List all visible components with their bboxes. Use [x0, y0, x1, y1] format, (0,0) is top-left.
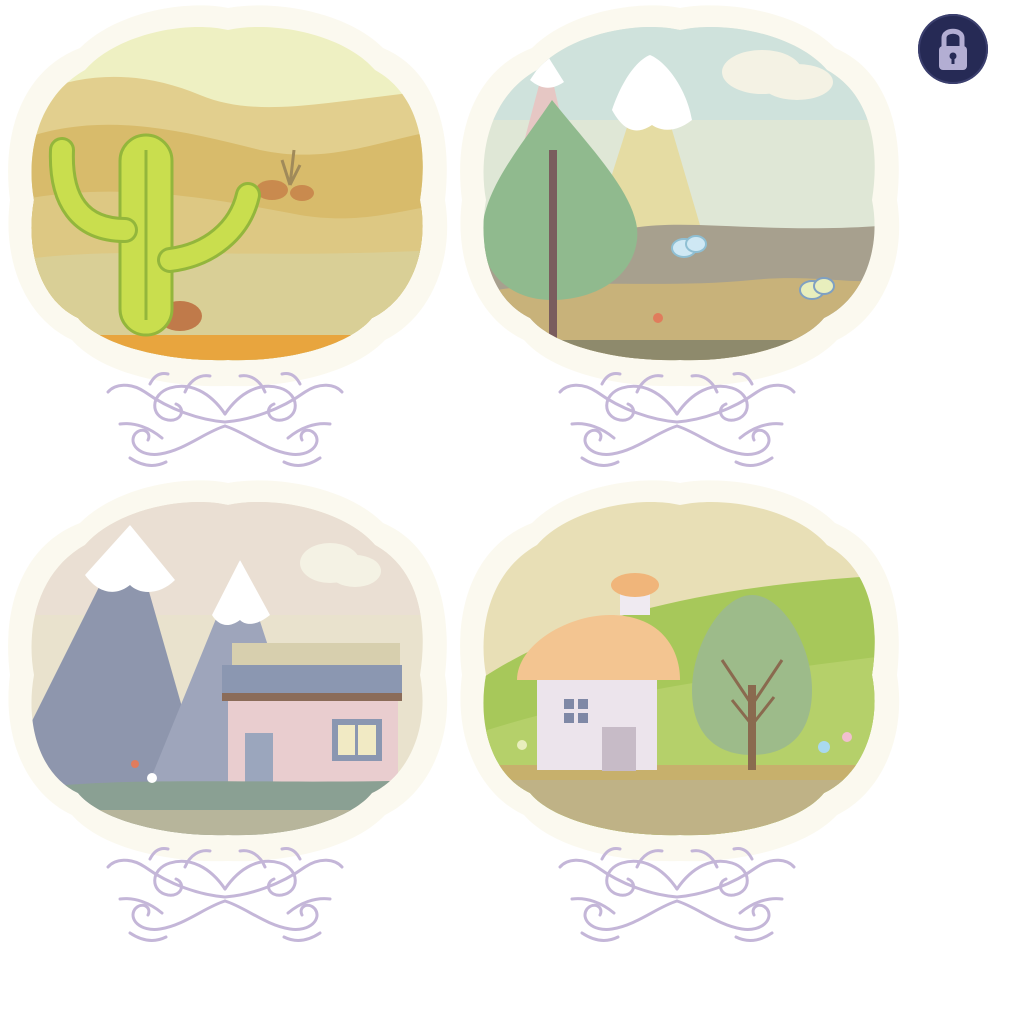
ornament-flourish: [90, 837, 360, 949]
level-thumbnail-desert: [0, 0, 450, 390]
level-card-green-hills[interactable]: [452, 475, 902, 955]
level-thumbnail-mountain-house: [0, 475, 450, 865]
level-card-desert[interactable]: [0, 0, 450, 480]
lock-button[interactable]: [918, 14, 988, 84]
level-card-forest[interactable]: [452, 0, 902, 480]
level-card-mountain-house[interactable]: [0, 475, 450, 955]
ornament-flourish: [542, 362, 812, 474]
ornament-flourish: [542, 837, 812, 949]
ornament-flourish: [90, 362, 360, 474]
padlock-icon: [939, 28, 967, 70]
level-thumbnail-forest: [452, 0, 902, 390]
level-thumbnail-green-hills: [452, 475, 902, 865]
